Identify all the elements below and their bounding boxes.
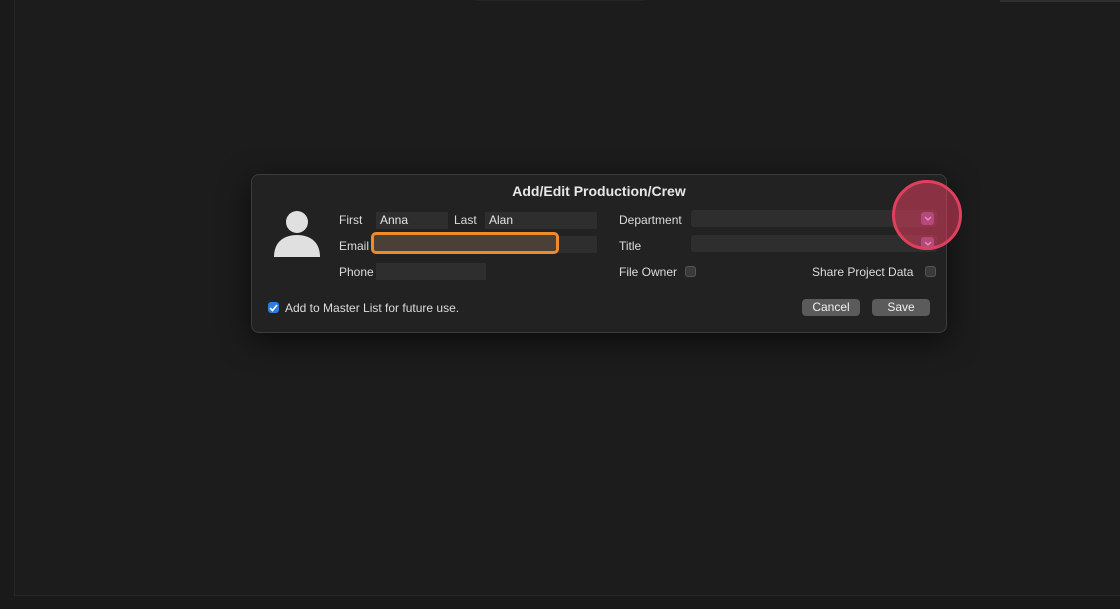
window-top-edge-left (475, 0, 645, 1)
window-top-edge (1000, 0, 1120, 2)
add-edit-crew-dialog: Add/Edit Production/Crew First Last Emai… (251, 174, 947, 333)
department-label: Department (619, 213, 682, 227)
email-input[interactable] (376, 236, 597, 253)
dialog-title: Add/Edit Production/Crew (512, 183, 686, 199)
last-name-input[interactable] (485, 212, 597, 229)
email-label: Email (339, 239, 370, 253)
file-owner-checkbox[interactable] (685, 266, 696, 277)
title-dropdown-button[interactable] (921, 237, 934, 250)
department-dropdown-button[interactable] (921, 212, 934, 225)
save-button[interactable]: Save (872, 299, 930, 316)
file-owner-label: File Owner (619, 265, 678, 279)
master-list-label: Add to Master List for future use. (285, 301, 460, 315)
chevron-down-icon (924, 216, 931, 221)
share-project-data-checkbox[interactable] (925, 266, 936, 277)
title-select[interactable] (691, 235, 937, 252)
master-list-checkbox[interactable] (268, 302, 279, 313)
chevron-down-icon (924, 241, 931, 246)
first-name-input[interactable] (376, 212, 448, 229)
title-label: Title (619, 239, 642, 253)
share-project-data-label: Share Project Data (812, 265, 914, 279)
department-select[interactable] (691, 210, 937, 227)
first-name-label: First (339, 213, 363, 227)
phone-input[interactable] (376, 263, 486, 280)
last-name-label: Last (454, 213, 477, 227)
phone-label: Phone (339, 265, 374, 279)
checkmark-icon (269, 303, 278, 312)
cancel-button[interactable]: Cancel (802, 299, 860, 316)
avatar-icon (274, 211, 320, 257)
